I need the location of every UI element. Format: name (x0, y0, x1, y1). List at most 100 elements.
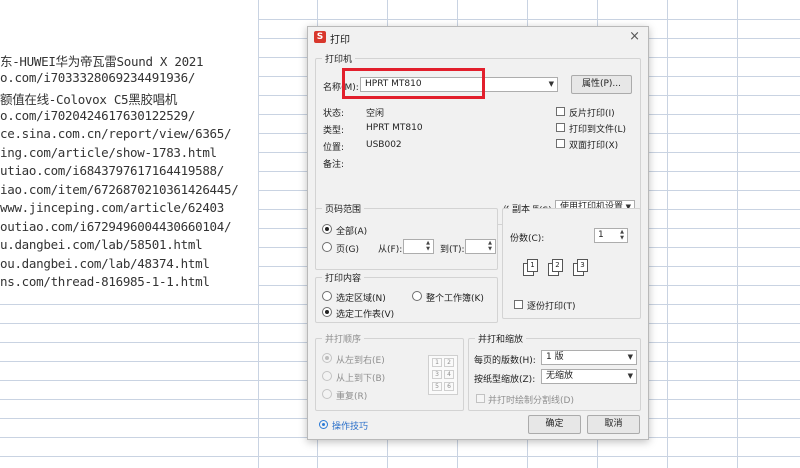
type-value: HPRT MT810 (366, 123, 423, 133)
top-to-bottom-label[interactable]: 从上到下(B) (336, 371, 385, 384)
grid-line (0, 456, 800, 457)
radio-button[interactable] (322, 389, 332, 399)
order-preview-grid: 1 2 3 4 5 6 (428, 355, 458, 395)
checkbox-box[interactable] (476, 394, 485, 403)
collate-label[interactable]: 逐份打印(T) (527, 299, 576, 312)
grid-cell: 6 (444, 382, 454, 391)
dialog-title: 打印 (330, 35, 350, 46)
cell-text[interactable]: ce.sina.com.cn/report/view/6365/ (0, 126, 232, 141)
copies-count-label: 份数(C): (510, 234, 545, 244)
copies-group: 副本 份数(C): 1 ▲ ▼ 1 2 3 逐份打印(T) (502, 202, 641, 319)
cell-text[interactable]: ns.com/thread-816985-1-1.html (0, 274, 210, 289)
tips-icon[interactable] (319, 420, 328, 429)
cell-text[interactable]: o.com/i7020424617630122529/ (0, 108, 195, 123)
status-label: 状态: (323, 109, 345, 119)
grid-cell: 5 (432, 382, 442, 391)
checkbox-box[interactable] (556, 123, 565, 132)
checkbox-box[interactable] (556, 139, 565, 148)
chevron-down-icon: ▼ (627, 372, 633, 380)
printer-group: 打印机 名称(M): HPRT MT810 ▼ 属性(P)... 状态: 空闲 … (315, 52, 641, 225)
printer-name-value: HPRT MT810 (365, 79, 422, 89)
reverse-print-label[interactable]: 反片打印(I) (569, 106, 615, 119)
checkbox-box[interactable] (556, 107, 565, 116)
copies-count-input[interactable]: 1 ▲ ▼ (594, 228, 628, 243)
duplex-label[interactable]: 双面打印(X) (569, 138, 618, 151)
draw-borders-label[interactable]: 并打时绘制分割线(D) (488, 393, 574, 406)
spin-arrows-icon[interactable]: ▲ ▼ (424, 240, 432, 253)
radio-button[interactable] (322, 291, 332, 301)
page-range-legend: 页码范围 (322, 202, 365, 215)
radio-button[interactable] (322, 371, 332, 381)
radio-button[interactable] (322, 224, 332, 234)
cell-text[interactable]: iao.com/item/6726870210361426445/ (0, 182, 239, 197)
print-dialog: S 打印 × 打印机 名称(M): HPRT MT810 ▼ 属性(P)... … (307, 26, 649, 440)
cell-text[interactable]: u.dangbei.com/lab/58501.html (0, 237, 203, 252)
tips-link-label[interactable]: 操作技巧 (332, 419, 368, 432)
radio-button[interactable] (322, 307, 332, 317)
chevron-down-icon: ▼ (627, 353, 633, 361)
printer-legend: 打印机 (322, 52, 356, 65)
cell-text[interactable]: ing.com/article/show-1783.html (0, 145, 217, 160)
cell-text[interactable]: outiao.com/i6729496004430660104/ (0, 219, 232, 234)
print-order-legend: 并打顺序 (322, 332, 365, 345)
location-value: USB002 (366, 140, 402, 150)
printer-name-select[interactable]: HPRT MT810 ▼ (360, 77, 558, 92)
spin-arrows-icon[interactable]: ▲ ▼ (486, 240, 494, 253)
scale-group: 并打和缩放 每页的版数(H): 1 版 ▼ 按纸型缩放(Z): 无缩放 ▼ 并打… (468, 332, 641, 411)
grid-cell: 4 (444, 370, 454, 379)
all-pages-label[interactable]: 全部(A) (336, 224, 367, 237)
from-page-input[interactable]: ▲ ▼ (403, 239, 434, 254)
ok-button[interactable]: 确定 (528, 415, 581, 434)
scale-legend: 并打和缩放 (475, 332, 527, 345)
selection-label[interactable]: 选定区域(N) (336, 291, 386, 304)
print-content-group: 打印内容 选定区域(N) 整个工作簿(K) 选定工作表(V) (315, 271, 498, 323)
cell-text[interactable]: 额值在线-Colovox C5黑胶唱机 (0, 89, 177, 108)
status-value: 空闲 (366, 109, 385, 119)
type-label: 类型: (323, 126, 345, 136)
pages-per-sheet-select[interactable]: 1 版 ▼ (541, 350, 637, 365)
scale-to-paper-value: 无缩放 (546, 371, 574, 381)
comment-label: 备注: (323, 160, 345, 170)
whole-workbook-label[interactable]: 整个工作簿(K) (426, 291, 484, 304)
to-label: 到(T): (440, 245, 465, 255)
cell-text[interactable]: ou.dangbei.com/lab/48374.html (0, 256, 210, 271)
scale-to-paper-label: 按纸型缩放(Z): (474, 375, 536, 385)
to-page-input[interactable]: ▲ ▼ (465, 239, 496, 254)
from-label: 从(F): (378, 245, 403, 255)
radio-button[interactable] (412, 291, 422, 301)
cell-text[interactable]: 东-HUWEI华为帝瓦雷Sound X 2021 (0, 51, 204, 70)
close-icon[interactable]: × (629, 29, 640, 44)
grid-cell: 1 (432, 358, 442, 367)
selected-sheet-label[interactable]: 选定工作表(V) (336, 307, 394, 320)
location-label: 位置: (323, 143, 345, 153)
print-content-legend: 打印内容 (322, 271, 365, 284)
page-3-icon: 3 (577, 259, 588, 272)
pages-per-sheet-label: 每页的版数(H): (474, 356, 536, 366)
print-to-file-label[interactable]: 打印到文件(L) (569, 122, 626, 135)
copies-count-value: 1 (598, 230, 604, 240)
cell-text[interactable]: utiao.com/i6843797617164419588/ (0, 163, 224, 178)
properties-button[interactable]: 属性(P)... (571, 75, 632, 94)
checkbox-box[interactable] (514, 300, 523, 309)
left-to-right-label[interactable]: 从左到右(E) (336, 353, 385, 366)
dialog-titlebar[interactable]: S 打印 × (308, 27, 648, 47)
copies-legend: 副本 (509, 202, 534, 215)
pages-per-sheet-value: 1 版 (546, 352, 564, 362)
cancel-button[interactable]: 取消 (587, 415, 640, 434)
print-order-group: 并打顺序 从左到右(E) 从上到下(B) 重复(R) 1 2 3 4 5 6 (315, 332, 464, 411)
grid-cell: 3 (432, 370, 442, 379)
cell-text[interactable]: www.jinceping.com/article/62403 (0, 200, 224, 215)
page-2-icon: 2 (552, 259, 563, 272)
radio-button[interactable] (322, 353, 332, 363)
radio-button[interactable] (322, 242, 332, 252)
chevron-down-icon: ▼ (548, 80, 554, 88)
grid-line (258, 0, 259, 468)
spin-arrows-icon[interactable]: ▲ ▼ (618, 229, 626, 242)
page-range-group: 页码范围 全部(A) 页(G) 从(F): ▲ ▼ 到(T): ▲ ▼ (315, 202, 498, 270)
scale-to-paper-select[interactable]: 无缩放 ▼ (541, 369, 637, 384)
grid-line (737, 0, 738, 468)
cell-text[interactable]: o.com/i7033328069234491936/ (0, 70, 195, 85)
pages-label[interactable]: 页(G) (336, 242, 359, 255)
repeat-label[interactable]: 重复(R) (336, 389, 367, 402)
grid-cell: 2 (444, 358, 454, 367)
